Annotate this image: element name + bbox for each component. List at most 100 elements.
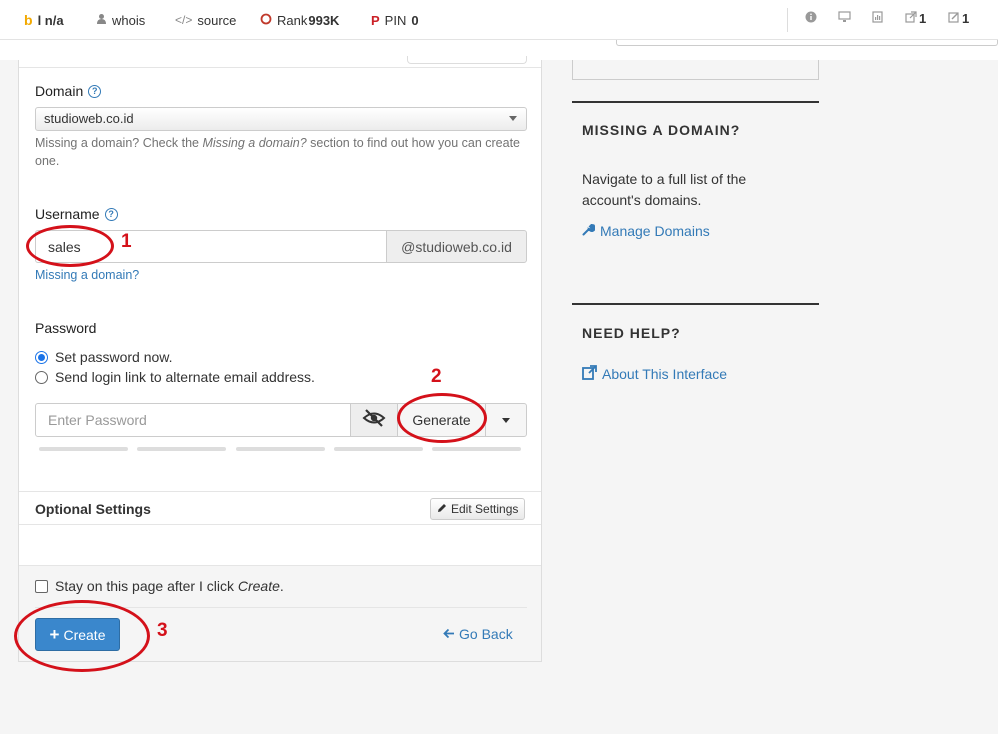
code-icon: </> (175, 13, 193, 27)
username-domain-suffix: @studioweb.co.id (401, 238, 512, 255)
about-interface-link[interactable]: About This Interface (582, 365, 727, 383)
monitor-icon (838, 11, 851, 26)
username-input[interactable]: sales (35, 230, 387, 263)
about-interface-label: About This Interface (602, 366, 728, 382)
sidebar-top-box (572, 60, 819, 80)
create-email-panel: Domain ? studioweb.co.id Missing a domai… (18, 56, 542, 662)
stay-on-page-row[interactable]: Stay on this page after I click Create. (35, 578, 284, 594)
info-icon (805, 11, 817, 26)
toolbar-divider (787, 8, 788, 32)
edit-settings-label: Edit Settings (451, 502, 519, 516)
info-item[interactable] (805, 11, 817, 26)
bing-item[interactable]: b l n/a (24, 11, 64, 29)
stay-end: . (279, 578, 284, 594)
page-item[interactable] (872, 11, 883, 26)
caret-down-icon (509, 116, 517, 121)
source-label: source (197, 12, 237, 28)
edit-links-icon (948, 11, 960, 26)
username-missing-domain-link[interactable]: Missing a domain? (35, 266, 139, 284)
source-item[interactable]: </> source (175, 11, 236, 29)
edit-links-count: 1 (962, 11, 970, 26)
sidebar-rule (572, 101, 819, 103)
strength-segment (236, 447, 325, 451)
strength-segment (137, 447, 226, 451)
manage-domains-label: Manage Domains (600, 223, 710, 239)
strength-segment (432, 447, 521, 451)
arrow-left-icon (443, 626, 455, 642)
password-label: Password (35, 320, 97, 336)
radio-set-password-label: Set password now. (55, 349, 173, 365)
rank-value: 993K (308, 12, 340, 28)
optional-settings-header: Optional Settings Edit Settings (19, 491, 541, 525)
generate-options-button[interactable] (485, 403, 527, 437)
optional-settings-title: Optional Settings (35, 501, 151, 517)
rank-label: Rank (277, 12, 308, 28)
panel-top-button-edge (407, 56, 527, 64)
pin-item[interactable]: P PIN 0 (371, 11, 419, 29)
username-domain-addon: @studioweb.co.id (386, 230, 527, 263)
whois-item[interactable]: whois (96, 11, 145, 29)
help-icon[interactable]: ? (88, 84, 102, 98)
domain-hint: Missing a domain? Check the Missing a do… (35, 134, 525, 170)
radio-send-link-label: Send login link to alternate email addre… (55, 369, 315, 385)
domain-hint-text-1: Missing a domain? Check the (35, 136, 203, 150)
toggle-visibility-button[interactable] (350, 403, 398, 437)
stay-text: Stay on this page after I click (55, 578, 238, 594)
strength-segment (39, 447, 128, 451)
stay-emphasis: Create (237, 578, 280, 594)
page-icon (872, 11, 883, 26)
caret-down-icon (502, 417, 510, 423)
missing-domain-title: MISSING A DOMAIN? (582, 122, 741, 138)
pin-value: 0 (411, 12, 419, 28)
domain-select-value: studioweb.co.id (44, 111, 134, 126)
stay-on-page-label: Stay on this page after I click Create. (55, 578, 284, 594)
radio-set-password-row[interactable]: Set password now. (35, 349, 173, 365)
extension-toolbar: b l n/a whois </> source Rank 993K P PIN… (0, 0, 998, 40)
radio-set-password[interactable] (35, 350, 48, 364)
create-button[interactable]: + Create (35, 618, 120, 651)
help-icon[interactable]: ? (104, 207, 118, 221)
go-back-label: Go Back (459, 626, 513, 642)
missing-domain-text: Navigate to a full list of the account's… (582, 171, 747, 208)
domain-label: Domain (35, 83, 84, 99)
edit-settings-button[interactable]: Edit Settings (430, 498, 526, 520)
whois-label: whois (112, 12, 146, 28)
create-label: Create (63, 626, 106, 643)
annotation-number-2: 2 (431, 366, 442, 387)
footer-divider (35, 607, 527, 608)
form-footer: Stay on this page after I click Create. … (19, 565, 541, 661)
need-help-title: NEED HELP? (582, 325, 681, 341)
annotation-number-3: 3 (157, 620, 168, 641)
edit-links-item[interactable]: 1 (948, 11, 969, 26)
pinterest-icon: P (371, 12, 380, 28)
pencil-icon (437, 502, 447, 516)
password-placeholder: Enter Password (48, 412, 147, 428)
go-back-link[interactable]: Go Back (443, 626, 513, 642)
generate-password-button[interactable]: Generate (397, 403, 486, 437)
radio-send-link-row[interactable]: Send login link to alternate email addre… (35, 369, 315, 385)
domain-label-row: Domain ? (35, 83, 102, 99)
username-label: Username (35, 206, 100, 222)
external-link-icon (582, 365, 597, 383)
monitor-item[interactable] (838, 11, 851, 26)
plus-icon: + (49, 625, 60, 644)
pin-label: PIN (384, 12, 407, 28)
wrench-icon (582, 223, 596, 239)
user-icon (96, 13, 107, 27)
username-value: sales (48, 239, 81, 255)
password-input[interactable]: Enter Password (35, 403, 351, 437)
external-links-count: 1 (919, 11, 927, 26)
username-label-row: Username ? (35, 206, 118, 222)
rank-item[interactable]: Rank 993K (260, 11, 339, 29)
domain-select[interactable]: studioweb.co.id (35, 107, 527, 131)
domain-hint-emphasis: Missing a domain? (202, 136, 307, 150)
manage-domains-link[interactable]: Manage Domains (582, 223, 710, 239)
bing-icon: b (24, 12, 33, 28)
search-box-edge (616, 40, 998, 46)
stay-on-page-checkbox[interactable] (35, 579, 48, 593)
password-label-row: Password (35, 320, 96, 336)
radio-send-link[interactable] (35, 370, 48, 384)
external-links-icon (905, 11, 917, 26)
annotation-number-1: 1 (121, 231, 132, 252)
external-links-item[interactable]: 1 (905, 11, 926, 26)
